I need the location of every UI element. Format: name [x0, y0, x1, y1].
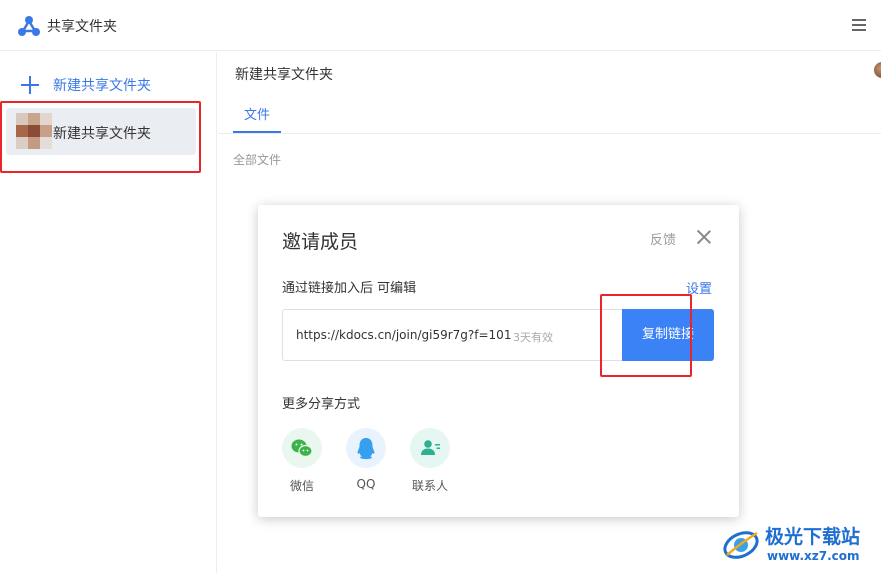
avatar[interactable] — [874, 62, 881, 78]
link-permission-text: 通过链接加入后 可编辑 — [282, 281, 417, 296]
sidebar-item-label: 新建共享文件夹 — [53, 126, 151, 142]
dialog-title: 邀请成员 — [282, 231, 359, 253]
page-title: 新建共享文件夹 — [235, 67, 333, 83]
share-qq-button[interactable]: QQ — [343, 428, 389, 491]
top-bar: 共享文件夹 — [0, 0, 881, 51]
more-share-title: 更多分享方式 — [282, 397, 361, 412]
invite-members-dialog: 邀请成员 反馈 通过链接加入后 可编辑 设置 https://kdocs.cn/… — [258, 205, 739, 517]
tab-files[interactable]: 文件 — [233, 104, 281, 134]
share-contacts-label: 联系人 — [411, 479, 448, 493]
qq-icon — [346, 428, 386, 468]
watermark-logo-icon — [723, 531, 759, 559]
copy-link-button[interactable]: 复制链接 — [622, 309, 714, 361]
folder-thumbnail — [16, 113, 52, 149]
new-shared-folder-button[interactable]: 新建共享文件夹 — [20, 72, 151, 98]
close-icon[interactable] — [697, 230, 711, 244]
contacts-icon — [410, 428, 450, 468]
feedback-link[interactable]: 反馈 — [650, 229, 676, 248]
link-expiry-text: 3天有效 — [513, 331, 553, 344]
app-title: 共享文件夹 — [47, 19, 117, 35]
settings-link[interactable]: 设置 — [686, 278, 712, 297]
sidebar-item-shared-folder[interactable]: 新建共享文件夹 — [6, 108, 196, 155]
share-wechat-label: 微信 — [289, 479, 314, 493]
plus-icon — [20, 75, 40, 95]
app-logo-icon — [18, 16, 40, 36]
sidebar: 新建共享文件夹 新建共享文件夹 — [0, 52, 217, 573]
watermark-url: www.xz7.com — [767, 549, 860, 563]
wechat-icon — [282, 428, 322, 468]
invite-link-url: https://kdocs.cn/join/gi59r7g?f=101 — [296, 328, 512, 342]
watermark-name: 极光下载站 — [765, 526, 861, 548]
watermark: 极光下载站 www.xz7.com — [721, 521, 881, 571]
hamburger-menu-icon[interactable] — [852, 19, 866, 31]
tabs-divider — [218, 133, 881, 134]
share-contacts-button[interactable]: 联系人 — [407, 428, 453, 494]
breadcrumb[interactable]: 全部文件 — [233, 151, 281, 168]
share-qq-label: QQ — [356, 477, 376, 491]
invite-link-field[interactable]: https://kdocs.cn/join/gi59r7g?f=101 3天有效 — [282, 309, 622, 361]
new-shared-folder-label: 新建共享文件夹 — [53, 78, 151, 94]
share-wechat-button[interactable]: 微信 — [279, 428, 325, 494]
